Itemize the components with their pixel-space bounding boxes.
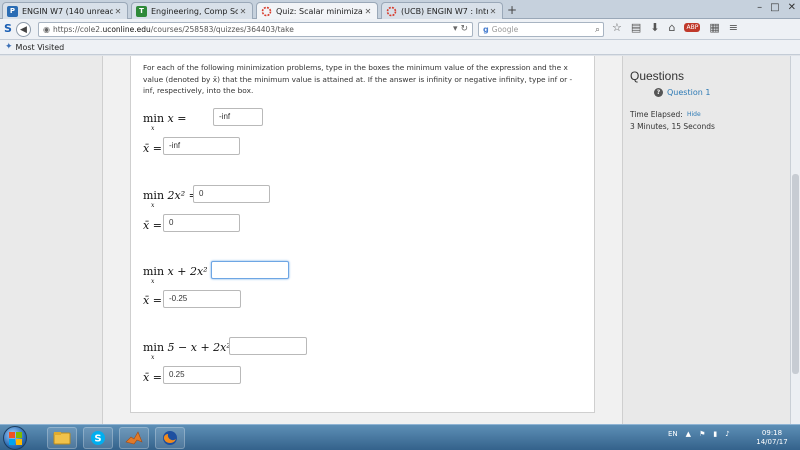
problem-3-arg-input[interactable]: -0.25 [163,290,241,308]
close-icon[interactable]: ✕ [113,7,123,16]
problem-3-xbar-label: x̄ = [143,294,162,307]
close-icon[interactable]: ✕ [238,7,248,16]
questions-heading: Questions [630,69,685,83]
tab-ucb-engin[interactable]: (UCB) ENGIN W7 : Introduc... ✕ [381,2,503,19]
quiz-instructions: For each of the following minimization p… [143,63,573,95]
bookmarks-bar: ✦ Most Visited [0,40,800,55]
taskbar-skype[interactable]: S [83,427,113,449]
quiz-content: For each of the following minimization p… [130,56,595,413]
window-controls: – □ ✕ [757,2,796,13]
taskbar-explorer[interactable] [47,427,77,449]
language-indicator[interactable]: EN [668,430,678,438]
toolbar-icons: ☆ ▤ ⬇ ⌂ ABP ▦ ≡ [612,21,738,34]
system-clock[interactable]: 09:18 14/07/17 [752,429,792,447]
tab-label: (UCB) ENGIN W7 : Introduc... [401,6,488,16]
addon-icon[interactable]: ▦ [709,21,719,34]
piazza-icon: P [7,5,18,17]
volume-icon[interactable]: ♪ [725,430,729,438]
arrow-left-icon: ◀ [20,24,27,35]
tab-engin-w7[interactable]: P ENGIN W7 (140 unread) ✕ [2,2,128,19]
matlab-icon [125,431,143,445]
close-icon[interactable]: ✕ [363,7,373,16]
skype-icon: S [91,431,105,445]
clipboard-icon[interactable]: ▤ [631,21,641,34]
download-icon[interactable]: ⬇ [650,21,659,34]
star-icon[interactable]: ☆ [612,21,622,34]
windows-logo-icon [9,432,22,445]
clock-date: 14/07/17 [756,438,788,446]
start-button[interactable] [3,426,27,450]
time-elapsed-value: 3 Minutes, 15 Seconds [630,122,715,131]
problem-2-expression: minx 2x² = [143,189,198,209]
skype-icon[interactable]: S [4,22,12,35]
search-icon[interactable]: ⌕ [595,25,600,35]
page-content: For each of the following minimization p… [0,56,790,424]
url-text: https://cole2.uconline.edu/courses/25858… [52,25,294,34]
tab-engineering[interactable]: T Engineering, Comp Sci, & ... ✕ [131,2,253,19]
question-mark-icon: ? [654,88,663,97]
problem-4-arg-input[interactable]: 0.25 [163,366,241,384]
tab-bar: P ENGIN W7 (140 unread) ✕ T Engineering,… [0,0,800,20]
tab-label: Engineering, Comp Sci, & ... [151,6,238,16]
globe-icon: ◉ [43,25,50,34]
dropdown-icon[interactable]: ▾ [453,24,458,34]
reload-icon[interactable]: ↻ [460,24,468,34]
flag-icon[interactable]: ⚑ [699,430,705,438]
minimize-icon[interactable]: – [757,2,762,13]
close-window-icon[interactable]: ✕ [788,2,796,13]
tray-arrow-icon[interactable]: ▲ [686,430,691,438]
problem-3-expression: minx x + 2x² = [143,265,220,285]
problem-1-xbar-label: x̄ = [143,142,162,155]
question-link-label: Question 1 [667,88,711,97]
search-bar[interactable]: g Google ⌕ [478,22,604,37]
tab-quiz[interactable]: Quiz: Scalar minimization ✕ [256,2,378,20]
url-bar[interactable]: ◉ https://cole2.uconline.edu/courses/258… [38,22,473,37]
clock-time: 09:18 [761,429,783,437]
adblock-icon[interactable]: ABP [684,23,701,32]
taskbar-firefox[interactable] [155,427,185,449]
navigation-bar: S ◀ ◉ https://cole2.uconline.edu/courses… [0,19,800,40]
menu-icon[interactable]: ≡ [729,21,738,34]
google-icon: g [483,25,489,34]
new-tab-button[interactable]: + [507,3,517,17]
folder-icon [53,432,71,445]
scrollbar-thumb[interactable] [792,174,799,374]
problem-4-min-input[interactable] [229,337,307,355]
canvas-icon [261,6,272,17]
home-icon[interactable]: ⌂ [669,21,676,34]
close-icon[interactable]: ✕ [488,7,498,16]
taskbar-matlab[interactable] [119,427,149,449]
svg-text:S: S [94,434,101,445]
url-actions: ▾ ↻ [453,24,468,34]
question-1-link[interactable]: ? Question 1 [654,88,710,97]
windows-taskbar: S EN ▲ ⚑ ▮ ♪ 09:18 14/07/17 [0,424,800,450]
back-button[interactable]: ◀ [16,22,31,37]
network-icon[interactable]: ▮ [713,430,717,438]
problem-2-xbar-label: x̄ = [143,219,162,232]
problem-4-xbar-label: x̄ = [143,371,162,384]
problem-1-min-input[interactable]: -inf [213,108,263,126]
table-icon: T [136,5,147,17]
problem-2-min-input[interactable]: 0 [193,185,270,203]
bookmark-most-visited[interactable]: Most Visited [16,43,65,52]
folder-icon: ✦ [5,42,13,52]
system-tray: EN ▲ ⚑ ▮ ♪ [668,430,730,438]
search-input[interactable]: Google [492,25,603,34]
hide-timer-link[interactable]: Hide [687,111,701,118]
problem-3-min-input[interactable] [211,261,289,279]
quiz-sidebar: Questions ? Question 1 Time Elapsed: Hid… [622,56,790,424]
maximize-icon[interactable]: □ [770,2,779,13]
canvas-icon [386,6,397,17]
problem-1-expression: min x x = [143,112,187,132]
left-rail [0,56,103,424]
tab-label: Quiz: Scalar minimization [276,7,363,16]
tab-label: ENGIN W7 (140 unread) [22,6,113,16]
problem-1-arg-input[interactable]: -inf [163,137,240,155]
time-elapsed-label: Time Elapsed: [630,110,683,119]
page-scrollbar[interactable] [790,56,800,424]
firefox-icon [163,431,177,445]
problem-2-arg-input[interactable]: 0 [163,214,240,232]
